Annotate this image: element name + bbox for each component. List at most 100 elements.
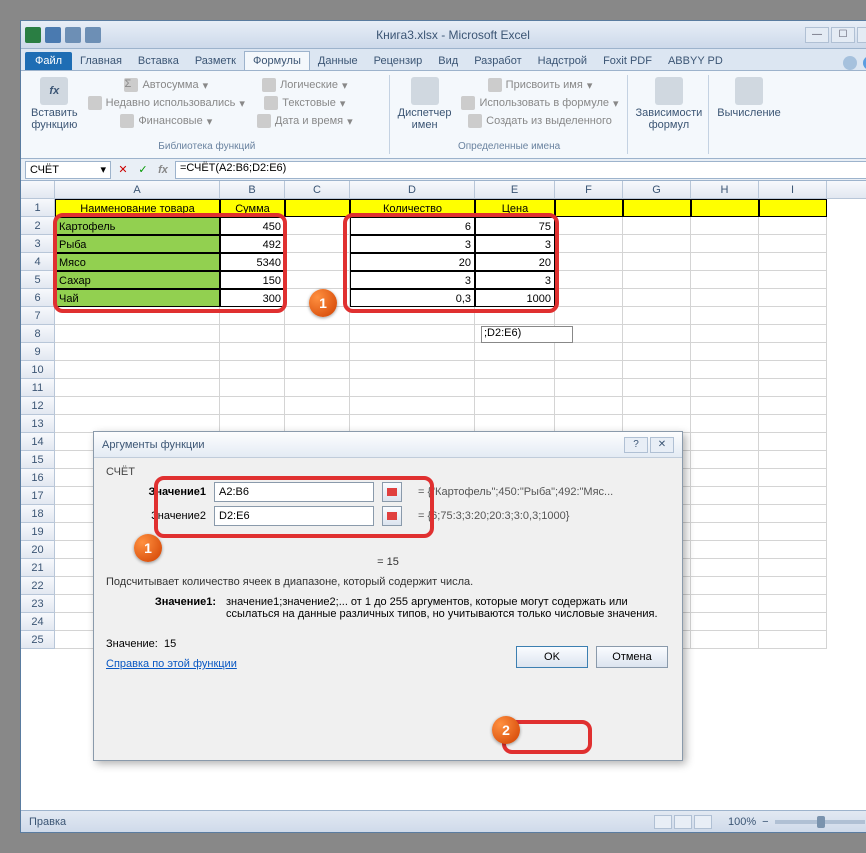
cell[interactable] bbox=[759, 343, 827, 361]
tab-home[interactable]: Главная bbox=[72, 52, 130, 70]
cell[interactable] bbox=[759, 289, 827, 307]
cell[interactable] bbox=[691, 559, 759, 577]
cell[interactable] bbox=[220, 343, 285, 361]
cell[interactable] bbox=[55, 397, 220, 415]
col-header-b[interactable]: B bbox=[220, 181, 285, 198]
cell[interactable] bbox=[759, 631, 827, 649]
cell[interactable] bbox=[285, 217, 350, 235]
name-box[interactable]: СЧЁТ▾ bbox=[25, 161, 111, 179]
cell[interactable] bbox=[623, 361, 691, 379]
cell[interactable] bbox=[55, 325, 220, 343]
cell[interactable]: 6 bbox=[350, 217, 475, 235]
arg2-range-selector[interactable] bbox=[382, 506, 402, 526]
row-header[interactable]: 6 bbox=[21, 289, 55, 307]
cell[interactable] bbox=[759, 613, 827, 631]
tab-foxit[interactable]: Foxit PDF bbox=[595, 52, 660, 70]
cell[interactable]: 0,3 bbox=[350, 289, 475, 307]
cell[interactable] bbox=[759, 361, 827, 379]
cell[interactable] bbox=[285, 379, 350, 397]
define-name-button[interactable]: Присвоить имя ▾ bbox=[486, 77, 595, 93]
row-header[interactable]: 15 bbox=[21, 451, 55, 469]
save-icon[interactable] bbox=[45, 27, 61, 43]
cell[interactable] bbox=[759, 397, 827, 415]
cancel-button[interactable]: Отмена bbox=[596, 646, 668, 668]
cell[interactable] bbox=[691, 505, 759, 523]
more-functions-icon[interactable] bbox=[363, 77, 383, 127]
page-layout-view-button[interactable] bbox=[674, 815, 692, 829]
row-header[interactable]: 9 bbox=[21, 343, 55, 361]
row-header[interactable]: 25 bbox=[21, 631, 55, 649]
cell[interactable] bbox=[623, 307, 691, 325]
row-header[interactable]: 3 bbox=[21, 235, 55, 253]
enter-formula-button[interactable]: ✓ bbox=[135, 162, 151, 178]
cell[interactable] bbox=[759, 451, 827, 469]
cell[interactable] bbox=[691, 289, 759, 307]
row-header[interactable]: 20 bbox=[21, 541, 55, 559]
cell[interactable] bbox=[285, 253, 350, 271]
cell[interactable] bbox=[555, 289, 623, 307]
cell[interactable] bbox=[285, 397, 350, 415]
cell[interactable] bbox=[623, 271, 691, 289]
zoom-slider[interactable] bbox=[775, 820, 865, 824]
cell[interactable] bbox=[555, 307, 623, 325]
cell[interactable] bbox=[623, 217, 691, 235]
cell[interactable] bbox=[55, 343, 220, 361]
cell[interactable]: 3 bbox=[475, 271, 555, 289]
cell[interactable] bbox=[759, 199, 827, 217]
cell[interactable]: 1000 bbox=[475, 289, 555, 307]
close-button[interactable]: ✕ bbox=[857, 27, 866, 43]
tab-layout[interactable]: Разметк bbox=[187, 52, 244, 70]
col-header-g[interactable]: G bbox=[623, 181, 691, 198]
cell[interactable] bbox=[555, 271, 623, 289]
cell[interactable]: Рыба bbox=[55, 235, 220, 253]
col-header-e[interactable]: E bbox=[475, 181, 555, 198]
row-header[interactable]: 8 bbox=[21, 325, 55, 343]
cell[interactable] bbox=[475, 343, 555, 361]
cell[interactable]: 3 bbox=[350, 235, 475, 253]
name-manager-button[interactable]: Диспетчер имен bbox=[398, 77, 452, 141]
page-break-view-button[interactable] bbox=[694, 815, 712, 829]
cell[interactable]: Картофель bbox=[55, 217, 220, 235]
cell[interactable] bbox=[691, 595, 759, 613]
cell[interactable] bbox=[285, 235, 350, 253]
cell[interactable] bbox=[691, 217, 759, 235]
row-header[interactable]: 2 bbox=[21, 217, 55, 235]
cell[interactable] bbox=[623, 397, 691, 415]
cell[interactable]: 75 bbox=[475, 217, 555, 235]
dialog-titlebar[interactable]: Аргументы функции ? ✕ bbox=[94, 432, 682, 458]
normal-view-button[interactable] bbox=[654, 815, 672, 829]
cell[interactable] bbox=[285, 361, 350, 379]
cell[interactable] bbox=[623, 253, 691, 271]
cell[interactable] bbox=[691, 397, 759, 415]
cell[interactable]: Сахар bbox=[55, 271, 220, 289]
cell[interactable] bbox=[759, 505, 827, 523]
cell[interactable] bbox=[220, 325, 285, 343]
cell[interactable]: Цена bbox=[475, 199, 555, 217]
cell[interactable] bbox=[285, 325, 350, 343]
cell[interactable] bbox=[220, 379, 285, 397]
maximize-button[interactable]: ☐ bbox=[831, 27, 855, 43]
cell[interactable] bbox=[350, 307, 475, 325]
cell[interactable] bbox=[55, 307, 220, 325]
cell[interactable] bbox=[285, 343, 350, 361]
row-header[interactable]: 14 bbox=[21, 433, 55, 451]
cell[interactable] bbox=[350, 397, 475, 415]
cell[interactable] bbox=[691, 343, 759, 361]
autosum-button[interactable]: ΣАвтосумма ▾ bbox=[122, 77, 210, 93]
cell[interactable] bbox=[350, 343, 475, 361]
cell[interactable] bbox=[475, 397, 555, 415]
cell[interactable]: 300 bbox=[220, 289, 285, 307]
file-tab[interactable]: Файл bbox=[25, 52, 72, 70]
row-header[interactable]: 24 bbox=[21, 613, 55, 631]
tab-developer[interactable]: Разработ bbox=[466, 52, 529, 70]
minimize-button[interactable]: — bbox=[805, 27, 829, 43]
select-all-corner[interactable] bbox=[21, 181, 55, 198]
cell[interactable] bbox=[55, 379, 220, 397]
cell[interactable] bbox=[759, 577, 827, 595]
cell[interactable] bbox=[691, 469, 759, 487]
calculation-button[interactable]: Вычисление bbox=[717, 77, 781, 152]
cell[interactable] bbox=[759, 217, 827, 235]
cell[interactable] bbox=[691, 415, 759, 433]
zoom-level[interactable]: 100% bbox=[728, 816, 756, 828]
cell[interactable] bbox=[623, 235, 691, 253]
